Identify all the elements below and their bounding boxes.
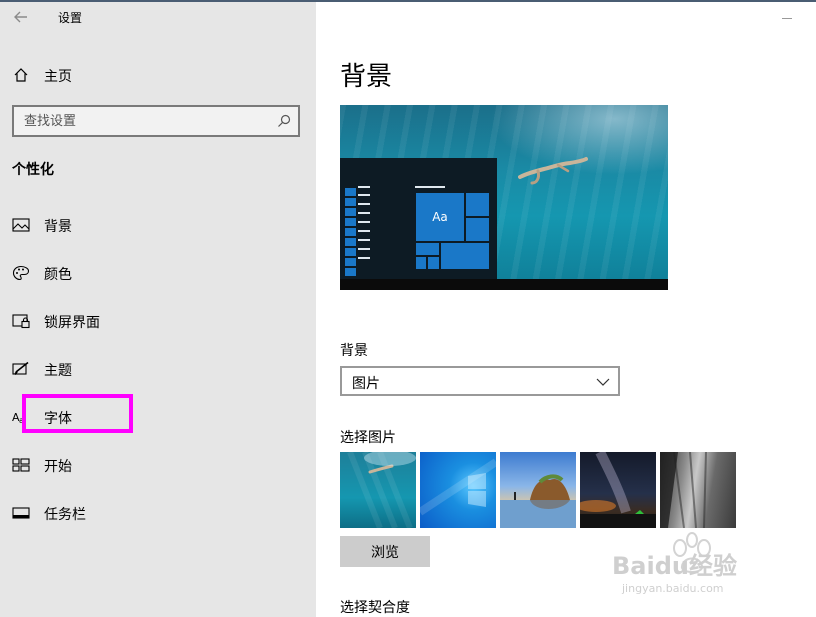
choose-picture-label: 选择图片 bbox=[340, 430, 396, 446]
palette-icon bbox=[12, 265, 30, 281]
minimize-button[interactable] bbox=[782, 18, 792, 19]
sidebar-item-label: 主页 bbox=[44, 69, 72, 85]
preview-start-menu: Aa bbox=[340, 158, 497, 279]
sidebar-item-taskbar[interactable]: 任务栏 bbox=[0, 495, 316, 531]
thumbnail-night-sky[interactable] bbox=[580, 452, 656, 528]
thumbnail-windows-hero[interactable] bbox=[420, 452, 496, 528]
back-arrow-icon bbox=[14, 11, 27, 23]
browse-button[interactable]: 浏览 bbox=[340, 536, 430, 567]
picture-icon bbox=[12, 218, 30, 232]
lock-screen-icon bbox=[12, 314, 30, 329]
preview-tile bbox=[427, 256, 440, 270]
sidebar-item-label: 背景 bbox=[44, 219, 72, 235]
sidebar-item-label: 主题 bbox=[44, 363, 72, 379]
sidebar: 设置 主页 个性化 背景 颜色 锁屏界面 bbox=[0, 2, 316, 617]
dropdown-selected-value: 图片 bbox=[352, 376, 380, 392]
preview-tile bbox=[465, 217, 490, 242]
choose-fit-label: 选择契合度 bbox=[340, 600, 410, 616]
preview-menu-lines bbox=[358, 186, 370, 266]
title-bar: 设置 bbox=[0, 2, 316, 32]
taskbar-icon bbox=[12, 507, 30, 519]
preview-tile-aa: Aa bbox=[415, 192, 465, 242]
search-icon[interactable] bbox=[276, 113, 292, 129]
windows-logo-thumb-image bbox=[420, 458, 496, 516]
sidebar-item-lock-screen[interactable]: 锁屏界面 bbox=[0, 303, 316, 339]
baidu-jingyan-watermark: Baidu经验 jingyan.baidu.com bbox=[612, 526, 772, 596]
preview-swimmer-image bbox=[518, 157, 588, 185]
start-grid-icon bbox=[12, 458, 30, 472]
theme-brush-icon bbox=[12, 361, 29, 376]
app-title: 设置 bbox=[58, 11, 83, 25]
thumbnail-rock-face[interactable] bbox=[660, 452, 736, 528]
swimmer-thumb-image bbox=[347, 452, 416, 528]
preview-taskbar bbox=[340, 279, 668, 290]
watermark-url: jingyan.baidu.com bbox=[622, 582, 724, 595]
preview-tile bbox=[415, 242, 440, 256]
thumbnail-beach-rocks[interactable] bbox=[500, 452, 576, 528]
page-title: 背景 bbox=[340, 62, 393, 92]
preview-start-icons bbox=[345, 188, 356, 278]
sidebar-item-label: 锁屏界面 bbox=[44, 315, 100, 331]
sidebar-item-background[interactable]: 背景 bbox=[0, 207, 316, 243]
watermark-brand: Baidu经验 bbox=[612, 552, 737, 580]
preview-tile bbox=[440, 242, 490, 270]
sidebar-item-themes[interactable]: 主题 bbox=[0, 351, 316, 387]
picture-thumbnails bbox=[340, 452, 740, 529]
preview-tiles: Aa bbox=[415, 192, 491, 279]
search-input[interactable] bbox=[24, 112, 264, 130]
section-title: 个性化 bbox=[12, 162, 54, 178]
chevron-down-icon bbox=[596, 378, 610, 386]
background-label: 背景 bbox=[340, 343, 368, 359]
annotation-highlight-box bbox=[22, 394, 133, 433]
preview-tile bbox=[465, 192, 490, 217]
rock-thumb-image bbox=[660, 452, 707, 528]
main-content: 背景 Aa 背景 图片 选择图片 浏览 选择契合度 bbox=[316, 2, 816, 617]
night-sky-thumb-image bbox=[580, 452, 656, 528]
sidebar-item-label: 颜色 bbox=[44, 267, 72, 283]
thumbnail-underwater[interactable] bbox=[340, 452, 416, 528]
search-box[interactable] bbox=[12, 105, 300, 137]
sidebar-item-home[interactable]: 主页 bbox=[0, 60, 316, 92]
back-button[interactable] bbox=[12, 8, 30, 26]
sidebar-item-start[interactable]: 开始 bbox=[0, 447, 316, 483]
beach-thumb-image bbox=[500, 474, 576, 528]
home-icon bbox=[14, 68, 28, 82]
sidebar-item-label: 任务栏 bbox=[44, 507, 86, 523]
background-preview: Aa bbox=[340, 105, 668, 290]
sidebar-item-label: 开始 bbox=[44, 459, 72, 475]
sidebar-item-colors[interactable]: 颜色 bbox=[0, 255, 316, 291]
preview-tile bbox=[415, 256, 427, 270]
preview-tile-header-line bbox=[415, 186, 445, 188]
background-type-dropdown[interactable]: 图片 bbox=[340, 366, 620, 396]
